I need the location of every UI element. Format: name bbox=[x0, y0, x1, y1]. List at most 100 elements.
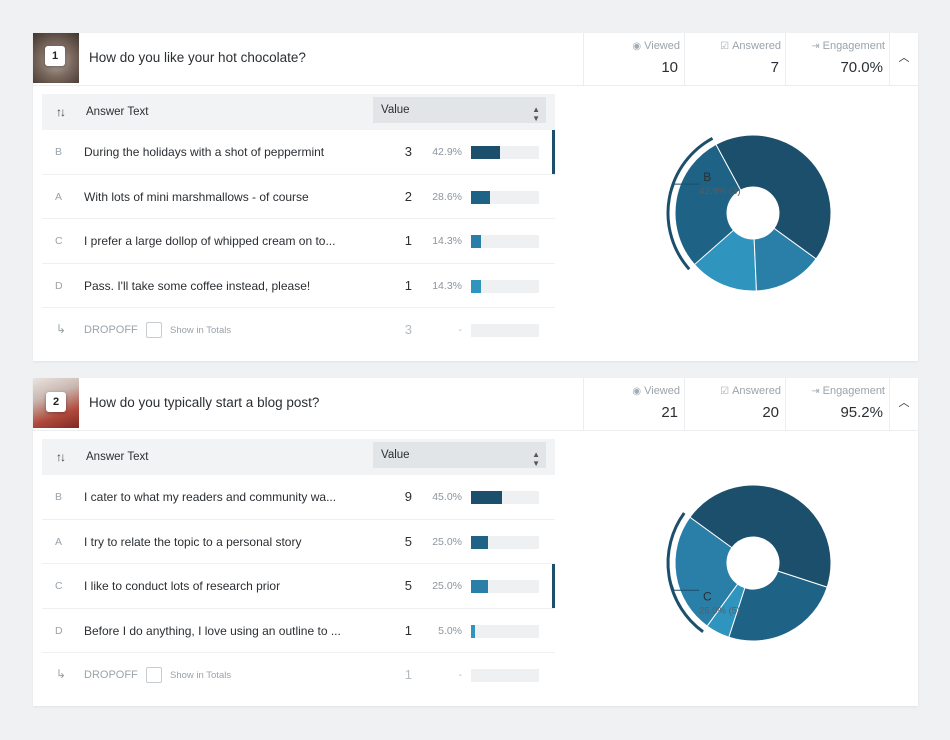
dropoff-count: 3 bbox=[404, 322, 412, 337]
collapse-button[interactable]: ︿ bbox=[889, 33, 918, 86]
table-row[interactable]: D Before I do anything, I love using an … bbox=[42, 609, 555, 653]
table-row[interactable]: A I try to relate the topic to a persona… bbox=[42, 520, 555, 564]
percent-bar bbox=[471, 491, 539, 504]
table-row[interactable]: A With lots of mini marshmallows - of co… bbox=[42, 175, 555, 219]
percent-bar-fill bbox=[471, 535, 488, 549]
stat-engagement: ⇥ Engagement 95.2% bbox=[785, 378, 889, 431]
caret-down-icon: ▲ ▼ bbox=[532, 450, 540, 468]
percent-bar bbox=[471, 535, 539, 549]
value-dropdown-label: Value bbox=[381, 449, 410, 461]
stat-value-answered: 7 bbox=[770, 59, 779, 76]
dropoff-label: DROPOFF bbox=[84, 669, 138, 681]
selected-indicator bbox=[552, 564, 555, 608]
dropoff-arrow-icon: ↳ bbox=[56, 667, 67, 681]
answer-percent: 14.3% bbox=[432, 235, 462, 247]
sort-icon[interactable]: ↑↓ bbox=[56, 450, 66, 464]
answer-text: I prefer a large dollop of whipped cream… bbox=[84, 234, 336, 248]
question-number-badge: 2 bbox=[46, 392, 66, 412]
answer-percent: 42.9% bbox=[432, 146, 462, 158]
percent-bar-fill bbox=[471, 235, 481, 248]
answer-letter: A bbox=[55, 190, 63, 203]
stat-label-answered: Answered bbox=[732, 40, 781, 52]
question-card-2: 2 How do you typically start a blog post… bbox=[33, 378, 918, 706]
answer-text: I try to relate the topic to a personal … bbox=[84, 534, 302, 549]
answer-text-header[interactable]: Answer Text bbox=[86, 451, 148, 463]
table-row[interactable]: C I like to conduct lots of research pri… bbox=[42, 564, 555, 609]
callout-letter: B bbox=[703, 170, 711, 184]
answer-letter: D bbox=[55, 624, 63, 637]
dropoff-row: ↳ DROPOFF Show in Totals 3 - bbox=[42, 308, 555, 353]
stat-value-engagement: 70.0% bbox=[840, 59, 883, 76]
percent-bar-fill bbox=[471, 190, 491, 204]
percent-bar-fill bbox=[471, 624, 475, 638]
show-in-totals-label[interactable]: Show in Totals bbox=[170, 670, 231, 681]
percent-bar bbox=[471, 146, 539, 159]
answer-text: With lots of mini marshmallows - of cour… bbox=[84, 189, 309, 204]
answer-letter: A bbox=[55, 535, 63, 548]
answer-text: I like to conduct lots of research prior bbox=[84, 579, 281, 593]
answer-count: 1 bbox=[404, 277, 412, 293]
percent-bar bbox=[471, 190, 539, 204]
stat-label-engagement: Engagement bbox=[822, 385, 885, 397]
chevron-up-icon: ︿ bbox=[898, 52, 910, 64]
show-in-totals-checkbox[interactable] bbox=[146, 322, 162, 338]
stat-label-viewed: Viewed bbox=[644, 40, 680, 52]
stat-label-answered: Answered bbox=[732, 385, 781, 397]
table-row[interactable]: B During the holidays with a shot of pep… bbox=[42, 130, 555, 175]
answer-text: I cater to what my readers and community… bbox=[84, 490, 337, 504]
table-row[interactable]: D Pass. I'll take some coffee instead, p… bbox=[42, 264, 555, 308]
answer-text: Pass. I'll take some coffee instead, ple… bbox=[84, 278, 311, 293]
question-title: How do you typically start a blog post? bbox=[89, 395, 320, 410]
answer-count: 3 bbox=[404, 144, 412, 159]
callout-detail: 42.9% (3) bbox=[699, 186, 740, 197]
stat-engagement: ⇥ Engagement 70.0% bbox=[785, 33, 889, 86]
answer-count: 1 bbox=[404, 622, 412, 638]
dropoff-row: ↳ DROPOFF Show in Totals 1 - bbox=[42, 653, 555, 698]
value-dropdown[interactable]: Value ▲ ▼ bbox=[373, 97, 546, 123]
answer-letter: B bbox=[55, 491, 63, 503]
dropoff-arrow-icon: ↳ bbox=[56, 322, 67, 336]
collapse-button[interactable]: ︿ bbox=[889, 378, 918, 431]
eye-icon: ◉ bbox=[632, 386, 642, 397]
answer-letter: C bbox=[55, 235, 63, 247]
answer-percent: 45.0% bbox=[432, 491, 462, 503]
percent-bar bbox=[471, 624, 539, 638]
table-row[interactable]: C I prefer a large dollop of whipped cre… bbox=[42, 219, 555, 264]
stat-value-engagement: 95.2% bbox=[840, 404, 883, 421]
callout-detail: 25.0% (5) bbox=[699, 605, 740, 616]
show-in-totals-checkbox[interactable] bbox=[146, 667, 162, 683]
stat-value-answered: 20 bbox=[762, 404, 779, 421]
caret-down-icon: ▲ ▼ bbox=[532, 105, 540, 123]
sign-in-icon: ⇥ bbox=[811, 41, 820, 52]
answers-table: ↑↓ Answer Text Value ▲ ▼ B I cater to wha… bbox=[42, 439, 555, 698]
answer-count: 5 bbox=[404, 533, 412, 549]
answer-text-header[interactable]: Answer Text bbox=[86, 106, 148, 118]
eye-icon: ◉ bbox=[632, 41, 642, 52]
stat-value-viewed: 10 bbox=[661, 59, 678, 76]
answer-percent: 5.0% bbox=[438, 624, 462, 637]
table-header: ↑↓ Answer Text Value ▲ ▼ bbox=[42, 94, 555, 130]
table-row[interactable]: B I cater to what my readers and communi… bbox=[42, 475, 555, 520]
percent-bar-fill bbox=[471, 491, 502, 504]
sign-in-icon: ⇥ bbox=[811, 386, 820, 397]
percent-bar bbox=[471, 279, 539, 293]
answer-percent: 14.3% bbox=[432, 279, 462, 292]
answer-percent: 25.0% bbox=[432, 580, 462, 592]
dropoff-bar bbox=[471, 324, 539, 337]
stat-viewed: ◉ Viewed 21 bbox=[583, 378, 684, 431]
sort-icon[interactable]: ↑↓ bbox=[56, 105, 66, 119]
value-dropdown[interactable]: Value ▲ ▼ bbox=[373, 442, 546, 468]
answer-percent: 25.0% bbox=[432, 535, 462, 548]
value-dropdown-label: Value bbox=[381, 104, 410, 116]
answer-count: 5 bbox=[404, 578, 412, 593]
answer-text: During the holidays with a shot of peppe… bbox=[84, 145, 325, 159]
question-header: 1 How do you like your hot chocolate? ◉ V… bbox=[33, 33, 918, 86]
question-header: 2 How do you typically start a blog post… bbox=[33, 378, 918, 431]
stat-label-engagement: Engagement bbox=[822, 40, 885, 52]
dropoff-bar bbox=[471, 669, 539, 682]
percent-bar bbox=[471, 580, 539, 593]
show-in-totals-label[interactable]: Show in Totals bbox=[170, 325, 231, 336]
question-thumbnail: 1 bbox=[33, 33, 79, 83]
checkbox-icon: ☑ bbox=[720, 386, 730, 397]
answer-text: Before I do anything, I love using an ou… bbox=[84, 623, 341, 638]
